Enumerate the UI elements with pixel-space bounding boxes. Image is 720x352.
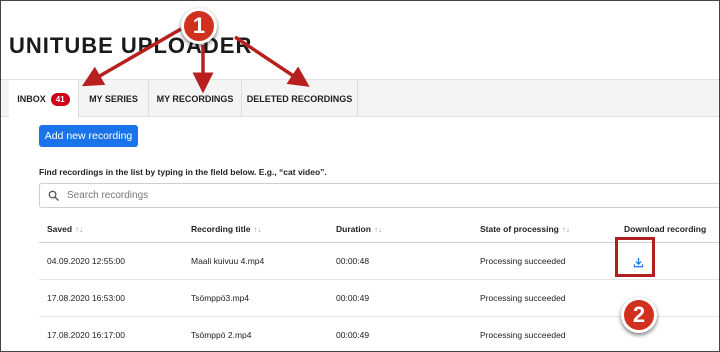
tab-deleted-recordings-label: DELETED RECORDINGS (246, 93, 353, 104)
search-box (39, 183, 719, 208)
sort-icon: ↑↓ (253, 224, 262, 234)
search-icon (48, 190, 59, 201)
cell-saved: 04.09.2020 12:55:00 (47, 256, 125, 266)
cell-state: Processing succeeded (480, 256, 566, 266)
cell-duration: 00:00:49 (336, 293, 370, 303)
cell-title: Tsömppö 2.mp4 (191, 330, 252, 340)
table-row: 17.08.2020 16:17:00 Tsömppö 2.mp4 00:00:… (39, 317, 719, 351)
search-input[interactable] (67, 190, 667, 201)
column-header-label: Recording title (191, 224, 251, 234)
add-new-recording-button[interactable]: Add new recording (39, 125, 138, 147)
app-title: UNITUBE UPLOADER (9, 33, 253, 58)
cell-duration: 00:00:48 (336, 256, 370, 266)
table-row: 17.08.2020 16:53:00 Tsömppö3.mp4 00:00:4… (39, 280, 719, 317)
column-header-label: Download recording (624, 224, 707, 234)
cell-saved: 17.08.2020 16:17:00 (47, 330, 125, 340)
download-highlight-box (615, 237, 655, 277)
cell-state: Processing succeeded (480, 293, 566, 303)
inbox-count-badge: 41 (50, 92, 70, 106)
tab-my-series[interactable]: MY SERIES (79, 80, 149, 117)
cell-duration: 00:00:49 (336, 330, 370, 340)
step-marker-2: 2 (621, 297, 657, 333)
search-hint: Find recordings in the list by typing in… (39, 167, 327, 177)
column-header-duration[interactable]: Duration ↑↓ (336, 216, 382, 242)
tab-deleted-recordings[interactable]: DELETED RECORDINGS (242, 80, 358, 117)
tab-bar: INBOX 41 MY SERIES MY RECORDINGS DELETED… (1, 79, 719, 118)
column-header-saved[interactable]: Saved ↑↓ (47, 216, 83, 242)
sort-icon: ↑↓ (373, 224, 382, 234)
step-marker-1: 1 (181, 8, 217, 44)
cell-saved: 17.08.2020 16:53:00 (47, 293, 125, 303)
column-header-title[interactable]: Recording title ↑↓ (191, 216, 262, 242)
column-header-label: State of processing (480, 224, 559, 234)
tab-inbox[interactable]: INBOX 41 (9, 80, 79, 118)
tab-my-recordings[interactable]: MY RECORDINGS (149, 80, 242, 117)
cell-title: Maali kuivuu 4.mp4 (191, 256, 265, 266)
tab-my-recordings-label: MY RECORDINGS (156, 93, 234, 104)
column-header-label: Saved (47, 224, 73, 234)
app-window: UNITUBE UPLOADER INBOX 41 MY SERIES MY R… (0, 0, 720, 352)
column-header-state[interactable]: State of processing ↑↓ (480, 216, 570, 242)
cell-state: Processing succeeded (480, 330, 566, 340)
tab-inbox-label: INBOX (17, 94, 46, 104)
tab-my-series-label: MY SERIES (89, 93, 138, 104)
sort-icon: ↑↓ (75, 224, 84, 234)
cell-title: Tsömppö3.mp4 (191, 293, 250, 303)
sort-icon: ↑↓ (561, 224, 570, 234)
column-header-label: Duration (336, 224, 371, 234)
